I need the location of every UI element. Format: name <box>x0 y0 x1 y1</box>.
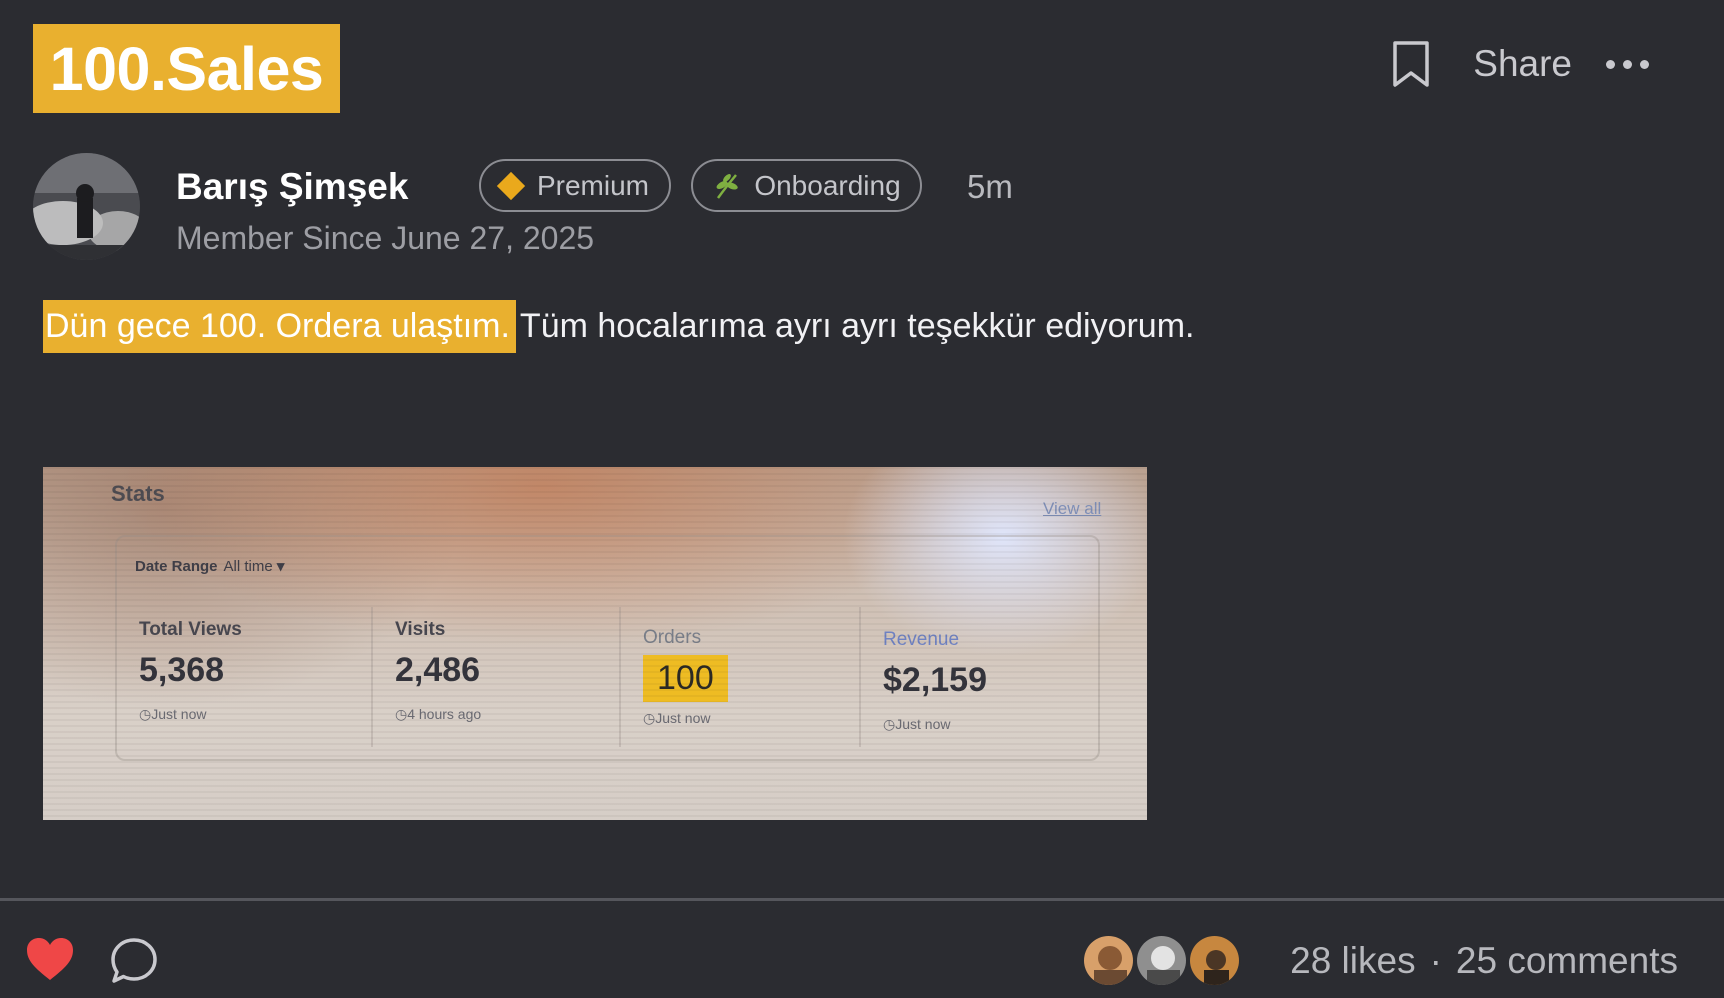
diamond-icon <box>496 171 526 200</box>
post-title: 100.Sales <box>49 34 324 103</box>
stat-updated: 4 hours ago <box>395 706 625 723</box>
stat-updated: Just now <box>139 706 369 723</box>
liker-avatar <box>1082 934 1135 987</box>
view-all-link: View all <box>1043 499 1102 518</box>
post-body: Dün gece 100. Ordera ulaştım. Tüm hocala… <box>43 300 1194 353</box>
post-timestamp: 5m <box>967 168 1013 205</box>
divider <box>859 607 861 747</box>
separator-dot: · <box>1429 940 1442 981</box>
stat-label: Visits <box>395 619 446 640</box>
date-range-value: All time <box>223 558 273 575</box>
post-title-badge: 100.Sales <box>33 24 340 113</box>
heart-icon[interactable] <box>25 937 75 982</box>
stat-updated: Just now <box>643 710 873 727</box>
post-text: Tüm hocalarıma ayrı ayrı teşekkür ediyor… <box>519 307 1195 345</box>
more-options-icon[interactable] <box>1606 40 1649 88</box>
attached-screenshot[interactable]: Stats View all Date Range All time ▾ Tota… <box>43 467 1147 820</box>
likes-count[interactable]: 28 likes <box>1290 940 1415 982</box>
avatar[interactable] <box>33 153 140 260</box>
stat-label: Revenue <box>883 629 960 650</box>
stat-label: Orders <box>643 627 702 648</box>
premium-badge: Premium <box>479 159 671 212</box>
highlighted-text: Dün gece 100. Ordera ulaştım. <box>43 300 516 353</box>
stat-visits: Visits 2,486 4 hours ago <box>395 619 625 723</box>
liker-avatars[interactable] <box>1082 934 1242 987</box>
member-since: Member Since June 27, 2025 <box>176 220 595 256</box>
premium-badge-label: Premium <box>536 169 649 201</box>
stat-value: 5,368 <box>139 651 225 689</box>
sprout-icon <box>712 171 742 201</box>
stat-revenue: Revenue $2,159 Just now <box>883 629 1113 733</box>
stat-value: 2,486 <box>395 651 481 689</box>
footer-divider <box>0 898 1724 901</box>
liker-avatar <box>1135 934 1188 987</box>
stat-orders: Orders 100 Just now <box>643 627 873 727</box>
liker-avatar <box>1188 934 1241 987</box>
engagement-counts: 28 likes · 25 comments <box>1290 938 1678 984</box>
date-range: Date Range All time ▾ <box>135 558 285 575</box>
stat-label: Total Views <box>139 619 242 640</box>
stat-total-views: Total Views 5,368 Just now <box>139 619 369 723</box>
divider <box>619 607 621 747</box>
onboarding-badge: Onboarding <box>691 159 922 212</box>
stats-title: Stats <box>111 481 165 506</box>
divider <box>371 607 373 747</box>
stat-updated: Just now <box>883 716 1113 733</box>
bookmark-icon[interactable] <box>1391 40 1431 88</box>
stat-value: 100 <box>643 655 728 702</box>
author-name[interactable]: Barış Şimşek <box>176 166 408 208</box>
comment-icon[interactable] <box>109 936 159 986</box>
comments-count[interactable]: 25 comments <box>1456 940 1678 982</box>
share-button[interactable]: Share <box>1473 43 1572 85</box>
stat-value: $2,159 <box>883 661 987 699</box>
post-page: 100.Sales Share Barış Şimşek Member Sinc… <box>0 0 1724 998</box>
post-actions: Share <box>1391 38 1649 90</box>
onboarding-badge-label: Onboarding <box>754 169 901 201</box>
date-range-label: Date Range <box>135 558 218 575</box>
